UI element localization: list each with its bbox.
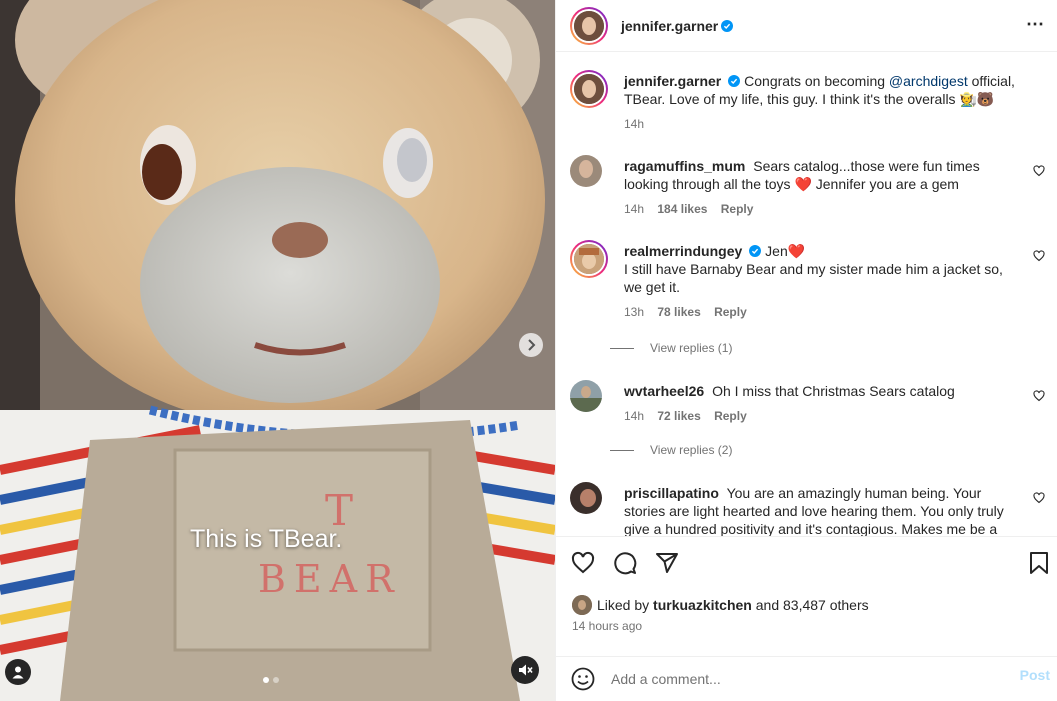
more-options-button[interactable]: ⋯ xyxy=(1026,14,1045,35)
view-replies-button[interactable]: View replies (2) xyxy=(610,443,732,457)
like-comment-heart-icon[interactable] xyxy=(1033,165,1045,177)
caption-username[interactable]: jennifer.garner xyxy=(624,73,721,89)
bookmark-icon[interactable] xyxy=(1028,551,1050,575)
comments-list[interactable]: jennifer.garner Congrats on becoming @ar… xyxy=(556,53,1057,536)
post-actions: Liked by turkuazkitchen and 83,487 other… xyxy=(556,536,1057,656)
comment-username[interactable]: realmerrindungey xyxy=(624,243,742,259)
comment-username[interactable]: ragamuffins_mum xyxy=(624,158,745,174)
view-replies-label: View replies (1) xyxy=(650,341,733,355)
reply-button[interactable]: Reply xyxy=(714,305,747,319)
carousel-indicator xyxy=(263,677,279,683)
teddy-bear-photo: T BEAR xyxy=(0,0,555,701)
post-details: jennifer.garner ⋯ jennifer.garner Congra… xyxy=(555,0,1057,701)
caption-mention-link[interactable]: @archdigest xyxy=(889,73,968,89)
post-comment-button[interactable]: Post xyxy=(1020,667,1050,683)
reply-button[interactable]: Reply xyxy=(714,409,747,423)
commenter-avatar[interactable] xyxy=(570,380,602,412)
likes-summary: Liked by turkuazkitchen and 83,487 other… xyxy=(572,595,869,615)
avatar-photo xyxy=(570,155,602,187)
comment-item: wvtarheel26 Oh I miss that Christmas Sea… xyxy=(570,380,1045,450)
comment-time[interactable]: 14h xyxy=(624,202,644,216)
author-username[interactable]: jennifer.garner xyxy=(621,18,718,34)
commenter-avatar[interactable] xyxy=(570,482,602,514)
view-replies-button[interactable]: View replies (1) xyxy=(610,341,732,355)
avatar-photo xyxy=(570,482,602,514)
carousel-dot-active xyxy=(263,677,269,683)
mute-button[interactable] xyxy=(511,656,539,684)
liked-by-user[interactable]: turkuazkitchen xyxy=(653,597,752,613)
liked-by-others[interactable]: and 83,487 others xyxy=(756,597,869,613)
comment-likes[interactable]: 72 likes xyxy=(657,409,700,423)
comment-item: realmerrindungey Jen❤️ I still have Barn… xyxy=(570,240,1045,340)
avatar-photo xyxy=(574,74,604,104)
post-media[interactable]: T BEAR This is TBear. xyxy=(0,0,555,701)
avatar-photo xyxy=(574,10,604,41)
tagged-users-button[interactable] xyxy=(5,659,31,685)
like-comment-heart-icon[interactable] xyxy=(1033,492,1045,504)
view-replies-label: View replies (2) xyxy=(650,443,733,457)
comment-username[interactable]: wvtarheel26 xyxy=(624,383,704,399)
video-caption: This is TBear. xyxy=(190,525,343,553)
commenter-avatar[interactable] xyxy=(570,155,602,187)
chevron-right-icon xyxy=(528,339,536,351)
comment-likes[interactable]: 184 likes xyxy=(657,202,707,216)
reply-button[interactable]: Reply xyxy=(721,202,754,216)
user-icon xyxy=(12,666,24,679)
avatar-photo xyxy=(572,595,592,615)
liker-avatar[interactable] xyxy=(572,595,592,615)
next-slide-button[interactable] xyxy=(519,333,543,357)
liked-by-prefix: Liked by xyxy=(597,597,650,613)
comment-item: priscillapatino You are an amazingly hum… xyxy=(570,482,1045,536)
post-caption: jennifer.garner Congrats on becoming @ar… xyxy=(570,70,1045,140)
like-comment-heart-icon[interactable] xyxy=(1033,250,1045,262)
post-modal: T BEAR This is TBear. jennifer.garner ⋯ … xyxy=(0,0,1057,701)
emoji-icon[interactable] xyxy=(571,667,595,691)
comment-time[interactable]: 14h xyxy=(624,409,644,423)
post-timestamp[interactable]: 14 hours ago xyxy=(572,619,642,633)
verified-badge-icon xyxy=(728,75,741,87)
comment-input[interactable]: Add a comment... xyxy=(611,671,721,687)
speaker-muted-icon xyxy=(519,664,533,676)
comment-time[interactable]: 13h xyxy=(624,305,644,319)
add-comment-bar: Add a comment... Post xyxy=(556,656,1057,701)
heart-icon[interactable] xyxy=(571,551,595,575)
caption-text: Congrats on becoming xyxy=(744,73,886,89)
like-comment-heart-icon[interactable] xyxy=(1033,390,1045,402)
avatar-photo xyxy=(574,244,604,274)
avatar-photo xyxy=(570,380,602,412)
embroidery-bear: BEAR xyxy=(258,557,402,601)
comment-text: Oh I miss that Christmas Sears catalog xyxy=(712,383,955,399)
post-header: jennifer.garner ⋯ xyxy=(556,0,1057,52)
author-avatar[interactable] xyxy=(570,6,608,45)
commenter-avatar[interactable] xyxy=(570,240,608,278)
verified-badge-icon xyxy=(721,19,734,32)
caption-author-avatar[interactable] xyxy=(570,70,608,108)
verified-badge-icon xyxy=(749,245,762,257)
share-icon[interactable] xyxy=(655,551,679,575)
comment-username[interactable]: priscillapatino xyxy=(624,485,719,501)
comment-likes[interactable]: 78 likes xyxy=(657,305,700,319)
comment-icon[interactable] xyxy=(613,551,637,575)
comment-item: ragamuffins_mum Sears catalog...those we… xyxy=(570,155,1045,225)
caption-time[interactable]: 14h xyxy=(624,117,644,131)
carousel-dot xyxy=(273,677,279,683)
